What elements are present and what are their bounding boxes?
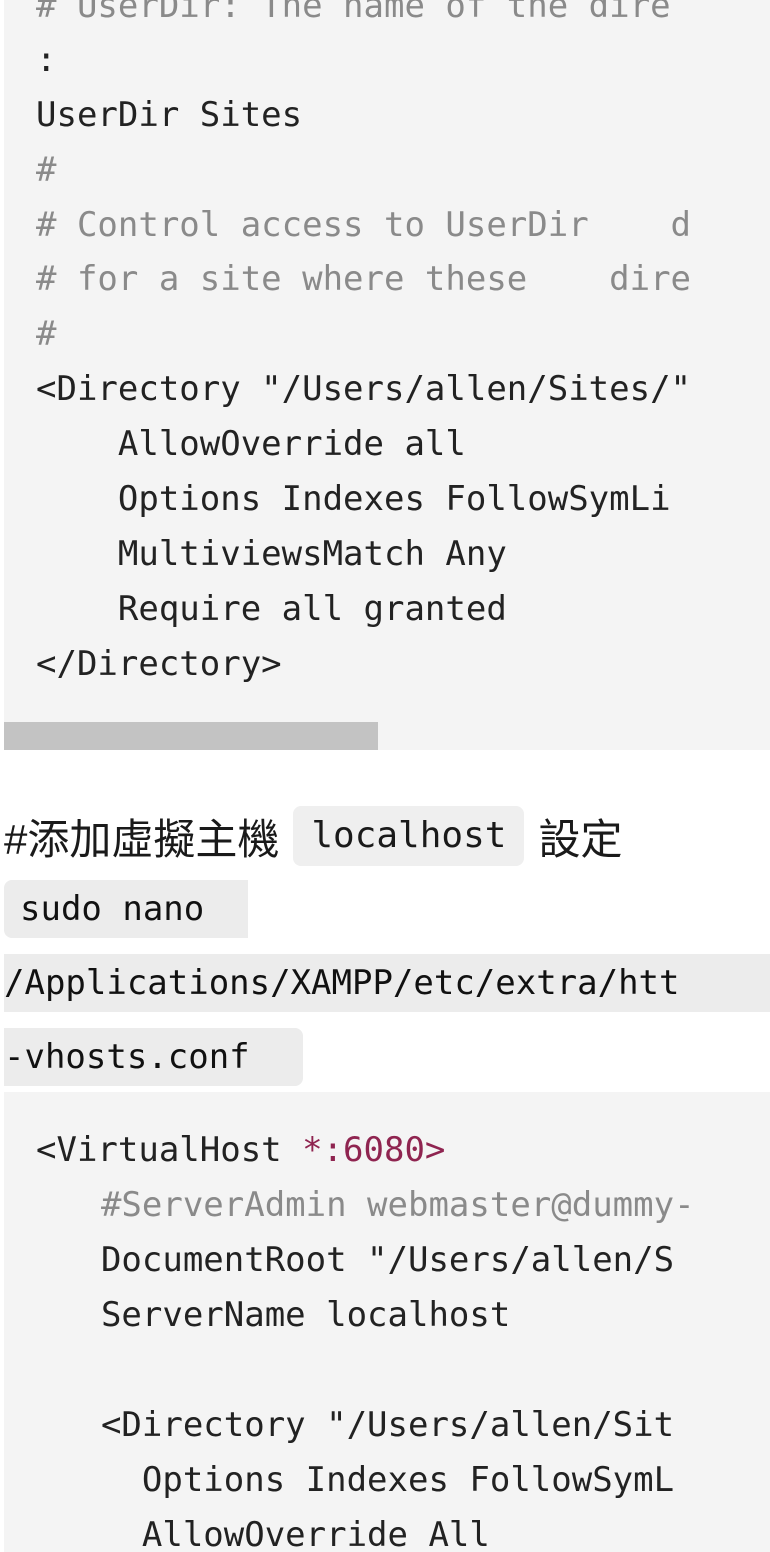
horizontal-scrollbar[interactable] <box>4 722 770 750</box>
code-line: </Directory> <box>36 644 282 684</box>
code-line: DocumentRoot "/Users/allen/S <box>60 1240 675 1280</box>
port-value: *:6080> <box>302 1130 446 1170</box>
code-line: # for a site where these dire <box>36 259 692 299</box>
code-line: Options Indexes FollowSymLi <box>36 479 671 519</box>
code-block-virtualhost: <VirtualHost *:6080> #ServerAdmin webmas… <box>4 1092 770 1552</box>
inline-code-localhost: localhost <box>293 806 525 866</box>
code-line: <Directory "/Users/allen/Sites/" <box>36 369 692 409</box>
code-line: # UserDir: The name of the dire <box>36 0 671 26</box>
scrollbar-thumb[interactable] <box>4 722 378 750</box>
code-line: # Control access to UserDir d <box>36 205 692 245</box>
section-heading: #添加虛擬主機 localhost 設定 <box>4 804 622 868</box>
code-line: AllowOverride all <box>36 424 466 464</box>
heading-text: #添加虛擬主機 <box>4 815 280 863</box>
code-line: <Directory "/Users/allen/Sit <box>60 1405 675 1445</box>
code-block-userdir: # UserDir: The name of the dire : UserDi… <box>4 0 770 750</box>
code-line: #ServerAdmin webmaster@dummy- <box>60 1185 695 1225</box>
code-line: # <box>36 314 57 354</box>
command-line-3: -vhosts.conf <box>4 1028 303 1086</box>
heading-suffix: 設定 <box>538 815 623 863</box>
command-line-1: sudo nano <box>4 880 248 938</box>
code-line: ServerName localhost <box>60 1295 511 1335</box>
code-line: <VirtualHost *:6080> <box>36 1130 445 1170</box>
code-line: UserDir Sites <box>36 95 303 135</box>
code-line: Options Indexes FollowSymL <box>60 1460 675 1500</box>
code-line: # <box>36 150 57 190</box>
virtualhost-tag: <VirtualHost <box>36 1130 303 1170</box>
code-line: MultiviewsMatch Any <box>36 534 507 574</box>
command-line-2: /Applications/XAMPP/etc/extra/htt <box>4 954 770 1012</box>
code-line: Require all granted <box>36 589 507 629</box>
code-line: AllowOverride All <box>60 1515 490 1552</box>
code-line: : <box>36 40 57 80</box>
